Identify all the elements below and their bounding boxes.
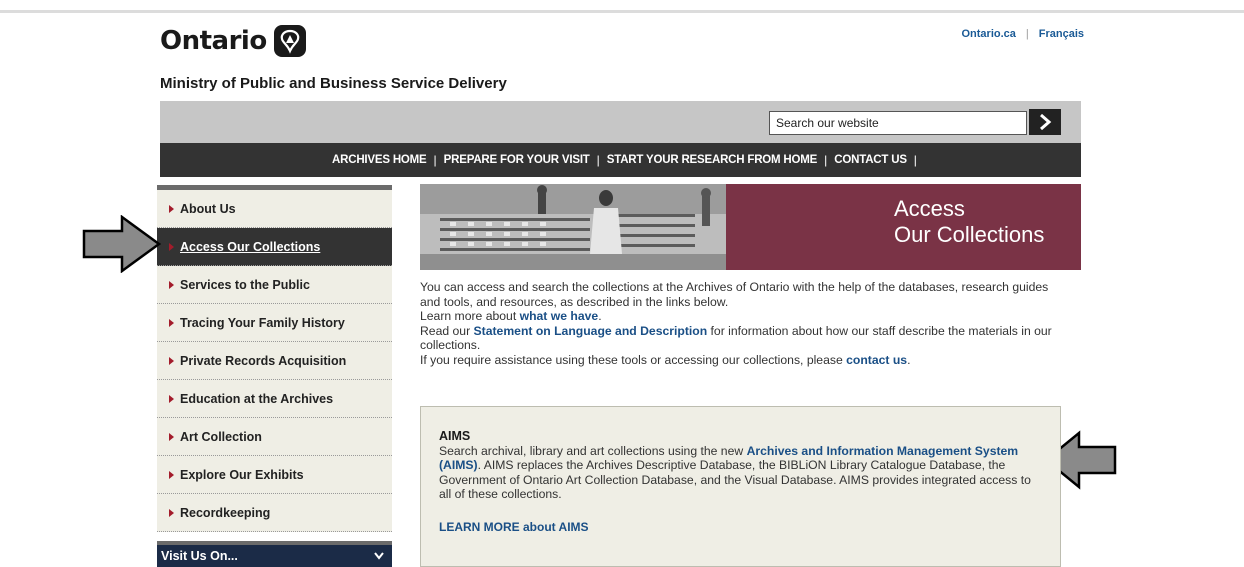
aims-panel: AIMS Search archival, library and art co… (420, 406, 1061, 567)
sidebar-item-about-us[interactable]: About Us (157, 190, 392, 228)
separator: | (1025, 28, 1029, 40)
banner-title: Access Our Collections (726, 184, 1081, 270)
ontario-logo[interactable]: Ontario (160, 24, 307, 58)
text: . AIMS replaces the Archives Descriptive… (439, 458, 1031, 501)
sidebar-item-label: Recordkeeping (180, 505, 271, 520)
aims-heading: AIMS (439, 429, 471, 443)
sidebar-item-label: Private Records Acquisition (180, 353, 347, 368)
nav-prepare-visit[interactable]: PREPARE FOR YOUR VISIT (444, 154, 590, 166)
search-submit-button[interactable] (1029, 109, 1061, 135)
learn-more-aims-link[interactable]: LEARN MORE about AIMS (439, 520, 1042, 535)
chevron-right-icon (1040, 114, 1052, 130)
sidebar-item-recordkeeping[interactable]: Recordkeeping (157, 494, 392, 532)
text: If you require assistance using these to… (420, 352, 847, 367)
aims-description: Search archival, library and art collect… (439, 444, 1042, 502)
ministry-name: Ministry of Public and Business Service … (160, 75, 507, 92)
sidebar-item-education[interactable]: Education at the Archives (157, 380, 392, 418)
sidebar-item-services-public[interactable]: Services to the Public (157, 266, 392, 304)
triangle-right-icon (169, 394, 174, 403)
triangle-right-icon (169, 508, 174, 517)
sidebar-item-family-history[interactable]: Tracing Your Family History (157, 304, 392, 342)
triangle-right-icon (169, 242, 174, 251)
search-band (160, 101, 1081, 143)
page-banner: Access Our Collections (420, 184, 1081, 270)
banner-title-line1: Access (894, 196, 965, 221)
intro-paragraph: You can access and search the collection… (420, 280, 1049, 309)
nav-separator: | (824, 153, 828, 167)
triangle-right-icon (169, 432, 174, 441)
visit-us-dropdown[interactable]: Visit Us On... (157, 541, 392, 567)
sidebar-item-label: Tracing Your Family History (180, 315, 345, 330)
archives-photo (420, 184, 726, 270)
nav-archives-home[interactable]: ARCHIVES HOME (332, 154, 427, 166)
sidebar-item-label: Education at the Archives (180, 391, 334, 406)
logo-text: Ontario (160, 26, 267, 56)
text: Read our (420, 323, 474, 338)
sidebar-item-private-records[interactable]: Private Records Acquisition (157, 342, 392, 380)
nav-separator: | (596, 153, 600, 167)
statement-language-link[interactable]: Statement on Language and Description (474, 324, 708, 338)
text: . (907, 352, 911, 367)
sidebar-item-label: About Us (180, 201, 236, 216)
intro-paragraph-contact: If you require assistance using these to… (420, 353, 1060, 368)
annotation-arrow-right-icon (82, 215, 162, 273)
banner-title-line2: Our Collections (894, 222, 1045, 248)
text: Search archival, library and art collect… (439, 443, 747, 458)
search-input[interactable] (769, 111, 1027, 135)
utility-links: Ontario.ca | Français (961, 28, 1084, 40)
text: Learn more about (420, 309, 520, 323)
francais-link[interactable]: Français (1039, 28, 1084, 40)
chevron-down-icon (374, 552, 384, 560)
sidebar-item-label: Art Collection (180, 429, 262, 444)
visit-us-label: Visit Us On... (161, 549, 238, 563)
nav-separator: | (433, 153, 437, 167)
sidebar-item-label: Access Our Collections (180, 239, 321, 254)
archives-photo-image (420, 184, 726, 270)
sidebar-item-access-collections[interactable]: Access Our Collections (157, 228, 392, 266)
triangle-right-icon (169, 318, 174, 327)
main-navigation: ARCHIVES HOME | PREPARE FOR YOUR VISIT |… (160, 143, 1081, 177)
trillium-logo-icon (273, 25, 306, 57)
triangle-right-icon (169, 280, 174, 289)
triangle-right-icon (169, 356, 174, 365)
sidebar-item-label: Services to the Public (180, 277, 310, 292)
contact-us-link[interactable]: contact us (846, 353, 907, 367)
intro-text: You can access and search the collection… (420, 280, 1060, 367)
intro-paragraph-statement: Read our Statement on Language and Descr… (420, 324, 1060, 353)
sidebar-item-exhibits[interactable]: Explore Our Exhibits (157, 456, 392, 494)
nav-separator: | (913, 153, 917, 167)
sidebar-item-art-collection[interactable]: Art Collection (157, 418, 392, 456)
triangle-right-icon (169, 204, 174, 213)
sidebar-menu: About Us Access Our Collections Services… (157, 185, 392, 532)
triangle-right-icon (169, 470, 174, 479)
nav-contact-us[interactable]: CONTACT US (834, 154, 907, 166)
top-divider (0, 10, 1244, 13)
what-we-have-link[interactable]: what we have (520, 309, 599, 323)
intro-paragraph-what-we-have: Learn more about what we have. (420, 309, 1060, 324)
ontario-ca-link[interactable]: Ontario.ca (961, 28, 1015, 40)
nav-start-research[interactable]: START YOUR RESEARCH FROM HOME (607, 154, 818, 166)
text: . (598, 309, 602, 323)
sidebar-item-label: Explore Our Exhibits (180, 467, 304, 482)
